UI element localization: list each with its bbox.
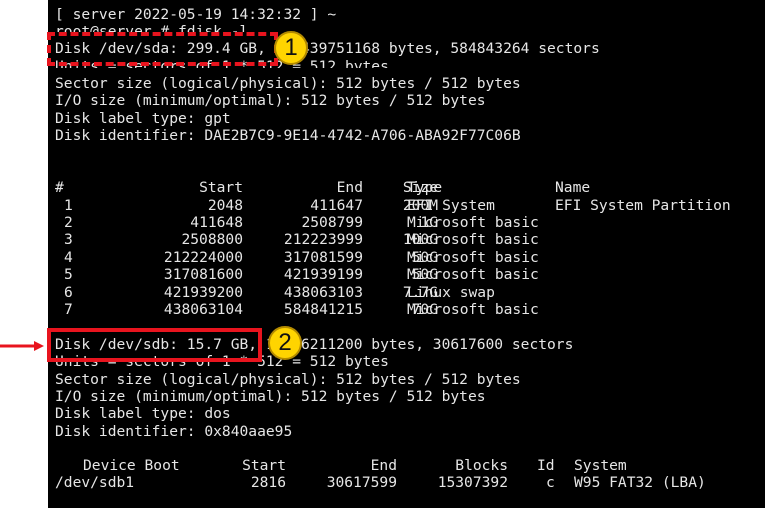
table-row: 4 212224000 317081599 50G Microsoft basi… [48, 249, 765, 266]
table-row: 6 421939200 438063103 7.7G Linux swap [48, 284, 765, 301]
partition-end: 584841215 [283, 301, 363, 318]
sdb-table-header: Device Boot Start End Blocks Id System [48, 457, 765, 474]
partition-table-header: # Start End Size Type Name [48, 179, 765, 196]
partition-type: Microsoft basic [407, 231, 539, 248]
partition-number: 6 [64, 284, 73, 301]
header-blocks: Blocks [455, 457, 508, 474]
partition-number: 2 [64, 214, 73, 231]
partition-type: Linux swap [407, 284, 495, 301]
partition-number: 7 [64, 301, 73, 318]
partition-end: 317081599 [283, 249, 363, 266]
partition-type: Microsoft basic [407, 249, 539, 266]
header-type: Type [407, 179, 443, 196]
partition-type: Microsoft basic [407, 214, 539, 231]
sda-label-type-line: Disk label type: gpt [55, 110, 231, 127]
sda-sector-size-line: Sector size (logical/physical): 512 byte… [55, 75, 521, 92]
header-name: Name [555, 179, 591, 196]
partition-start: 411648 [190, 214, 243, 231]
partition-name: EFI System Partition [555, 197, 731, 214]
partition-start: 421939200 [163, 284, 243, 301]
badge-2: 2 [268, 326, 302, 360]
partition-number: 5 [64, 266, 73, 283]
header-device-boot: Device Boot [83, 457, 180, 474]
device-id: c [546, 474, 555, 491]
table-row: 3 2508800 212223999 100G Microsoft basic [48, 231, 765, 248]
partition-start: 438063104 [163, 301, 243, 318]
header-start: Start [199, 179, 243, 196]
header-system: System [574, 457, 627, 474]
header-start: Start [242, 457, 286, 474]
sda-identifier-line: Disk identifier: DAE2B7C9-9E14-4742-A706… [55, 127, 521, 144]
sdb-sector-size-line: Sector size (logical/physical): 512 byte… [55, 371, 521, 388]
sdb-label-type-line: Disk label type: dos [55, 405, 231, 422]
partition-number: 4 [64, 249, 73, 266]
table-row: /dev/sdb1 2816 30617599 15307392 c W95 F… [48, 474, 765, 491]
partition-start: 2048 [207, 197, 243, 214]
partition-end: 212223999 [283, 231, 363, 248]
header-end: End [336, 179, 363, 196]
partition-end: 411647 [310, 197, 363, 214]
device-start: 2816 [250, 474, 286, 491]
device-end: 30617599 [326, 474, 397, 491]
terminal-window[interactable]: [ server 2022-05-19 14:32:32 ] ~ root@se… [48, 0, 765, 508]
device-blocks: 15307392 [437, 474, 508, 491]
partition-number: 1 [64, 197, 73, 214]
sdb-io-size-line: I/O size (minimum/optimal): 512 bytes / … [55, 388, 486, 405]
command-line: root@server # fdisk -l [55, 23, 249, 32]
prompt-line: [ server 2022-05-19 14:32:32 ] ~ [55, 6, 337, 23]
sdb-identifier-line: Disk identifier: 0x840aae95 [55, 423, 293, 440]
highlight-box-sdb [47, 328, 262, 362]
partition-type: EFI System [407, 197, 495, 214]
table-row: 2 411648 2508799 1G Microsoft basic [48, 214, 765, 231]
device-system: W95 FAT32 (LBA) [574, 474, 706, 491]
table-row: 7 438063104 584841215 70G Microsoft basi… [48, 301, 765, 318]
partition-type: Microsoft basic [407, 266, 539, 283]
partition-end: 438063103 [283, 284, 363, 301]
partition-end: 421939199 [283, 266, 363, 283]
partition-type: Microsoft basic [407, 301, 539, 318]
partition-start: 2508800 [181, 231, 243, 248]
header-number: # [55, 179, 64, 196]
header-end: End [370, 457, 397, 474]
table-row: 5 317081600 421939199 50G Microsoft basi… [48, 266, 765, 283]
partition-end: 2508799 [301, 214, 363, 231]
partition-start: 317081600 [163, 266, 243, 283]
arrow-right-icon [0, 341, 44, 351]
partition-start: 212224000 [163, 249, 243, 266]
sda-io-size-line: I/O size (minimum/optimal): 512 bytes / … [55, 92, 486, 109]
badge-1: 1 [274, 31, 308, 65]
device-name: /dev/sdb1 [55, 474, 135, 491]
table-row: 1 2048 411647 200M EFI System EFI System… [48, 197, 765, 214]
partition-number: 3 [64, 231, 73, 248]
highlight-box-sda [47, 32, 278, 66]
header-id: Id [537, 457, 555, 474]
